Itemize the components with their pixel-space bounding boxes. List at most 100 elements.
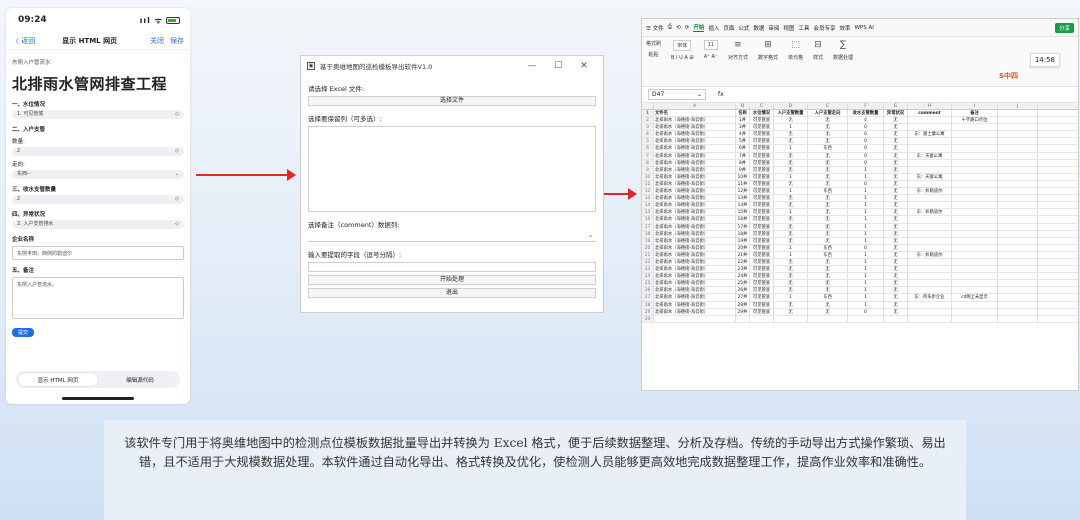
table-cell[interactable] xyxy=(908,237,952,244)
table-cell[interactable] xyxy=(998,308,1038,315)
table-cell[interactable]: 21井 xyxy=(736,251,750,258)
table-cell[interactable] xyxy=(952,166,998,173)
table-cell[interactable]: 北排雨水（海德街-海云街） xyxy=(654,308,736,315)
row-number[interactable]: 27 xyxy=(642,294,654,301)
row-number[interactable]: 12 xyxy=(642,188,654,195)
table-cell[interactable]: 无 xyxy=(884,195,908,202)
table-cell[interactable] xyxy=(998,209,1038,216)
table-cell[interactable]: 可见管底 xyxy=(750,258,774,266)
table-cell[interactable]: 1 xyxy=(848,209,884,216)
table-cell[interactable]: 无 xyxy=(884,188,908,195)
table-cell[interactable]: 1 xyxy=(848,202,884,209)
table-cell[interactable] xyxy=(952,202,998,209)
table-cell[interactable]: 无 xyxy=(884,209,908,216)
table-cell[interactable]: 可见管底 xyxy=(750,124,774,131)
table-cell[interactable]: 可见管底 xyxy=(750,230,774,237)
column-header-e[interactable]: E xyxy=(808,103,848,109)
table-cell[interactable]: 27井 xyxy=(736,294,750,301)
table-cell[interactable]: 7井 xyxy=(736,152,750,159)
abnormal-select[interactable]: 2. 入户支管排水 ◇ xyxy=(12,220,184,229)
table-cell[interactable]: 可见管底 xyxy=(750,216,774,223)
table-cell[interactable] xyxy=(952,237,998,244)
table-cell[interactable]: 无 xyxy=(808,280,848,287)
exit-button[interactable]: 退出 xyxy=(308,288,596,298)
table-cell[interactable] xyxy=(998,258,1038,266)
column-header-c[interactable]: C xyxy=(750,103,774,109)
ribbon-cells[interactable]: ⬚ 单元格 xyxy=(788,40,803,61)
table-cell[interactable] xyxy=(884,315,908,322)
table-cell[interactable]: 无 xyxy=(774,138,808,145)
table-cell[interactable]: 北排雨水（海德街-海云街） xyxy=(654,258,736,266)
table-cell[interactable] xyxy=(908,159,952,166)
remark-textarea[interactable]: 东侧入户管流水。 xyxy=(12,277,184,319)
column-header-j[interactable]: J xyxy=(998,103,1038,109)
table-cell[interactable]: 无 xyxy=(884,173,908,180)
table-cell[interactable] xyxy=(952,195,998,202)
table-cell[interactable] xyxy=(998,145,1038,152)
table-cell[interactable]: 无 xyxy=(884,202,908,209)
table-cell[interactable]: 北排雨水（海德街-海云街） xyxy=(654,124,736,131)
table-cell[interactable]: 无 xyxy=(808,230,848,237)
table-cell[interactable]: 可见管底 xyxy=(750,287,774,294)
table-cell[interactable]: 东西 xyxy=(808,251,848,258)
tab-view[interactable]: 视图 xyxy=(783,24,794,32)
table-cell[interactable]: 东西 xyxy=(808,188,848,195)
table-cell[interactable]: 14井 xyxy=(736,202,750,209)
table-cell[interactable]: 15井 xyxy=(736,209,750,216)
table-cell[interactable]: 无 xyxy=(808,258,848,266)
table-cell[interactable]: 可见管底 xyxy=(750,152,774,159)
table-cell[interactable]: 东：富士康公寓 xyxy=(908,131,952,138)
table-cell[interactable]: 1 xyxy=(774,145,808,152)
table-cell[interactable]: 无 xyxy=(884,251,908,258)
table-cell[interactable] xyxy=(908,145,952,152)
tab-efficiency[interactable]: 效率 xyxy=(839,24,850,32)
table-cell[interactable]: 北排雨水（海德街-海云街） xyxy=(654,280,736,287)
table-cell[interactable]: 东西 xyxy=(808,294,848,301)
table-cell[interactable]: 备注 xyxy=(952,110,998,117)
table-cell[interactable]: 北排雨水（海德街-海云街） xyxy=(654,188,736,195)
table-cell[interactable]: 0 xyxy=(848,124,884,131)
table-cell[interactable]: 25井 xyxy=(736,280,750,287)
table-cell[interactable]: 可见管底 xyxy=(750,301,774,308)
table-cell[interactable]: 无 xyxy=(774,152,808,159)
table-cell[interactable] xyxy=(908,244,952,251)
table-cell[interactable] xyxy=(952,266,998,273)
table-cell[interactable] xyxy=(998,173,1038,180)
table-cell[interactable]: 无 xyxy=(884,166,908,173)
undo-icon[interactable]: ⟲ xyxy=(676,25,681,31)
table-cell[interactable] xyxy=(908,273,952,280)
table-cell[interactable]: 可见管底 xyxy=(750,273,774,280)
table-cell[interactable] xyxy=(952,145,998,152)
table-cell[interactable] xyxy=(952,280,998,287)
row-number[interactable]: 16 xyxy=(642,216,654,223)
column-header-g[interactable]: G xyxy=(884,103,908,109)
table-cell[interactable]: 无 xyxy=(808,173,848,180)
submit-button[interactable]: 提交 xyxy=(12,328,35,337)
table-cell[interactable]: 东：扒勒迪尔 xyxy=(908,209,952,216)
table-cell[interactable]: 可见管底 xyxy=(750,266,774,273)
collect-count-select[interactable]: 2 ◇ xyxy=(12,195,184,204)
table-cell[interactable]: 20井 xyxy=(736,244,750,251)
table-cell[interactable] xyxy=(998,138,1038,145)
table-cell[interactable]: 0 xyxy=(848,145,884,152)
table-cell[interactable]: 无 xyxy=(774,237,808,244)
table-cell[interactable]: 12井 xyxy=(736,188,750,195)
table-cell[interactable]: 无 xyxy=(774,258,808,266)
table-cell[interactable] xyxy=(908,315,952,322)
table-cell[interactable]: 可见管底 xyxy=(750,159,774,166)
minimize-icon[interactable]: — xyxy=(519,61,545,71)
direction-select[interactable]: 东西-- ⌄ xyxy=(12,170,184,179)
table-cell[interactable] xyxy=(654,315,736,322)
table-cell[interactable]: 1 xyxy=(774,173,808,180)
table-cell[interactable] xyxy=(750,315,774,322)
table-cell[interactable] xyxy=(952,301,998,308)
table-cell[interactable]: 可见管底 xyxy=(750,117,774,124)
table-cell[interactable]: 23井 xyxy=(736,266,750,273)
table-cell[interactable] xyxy=(998,152,1038,159)
table-cell[interactable] xyxy=(908,230,952,237)
table-cell[interactable]: 无 xyxy=(774,280,808,287)
table-cell[interactable] xyxy=(952,180,998,188)
table-cell[interactable] xyxy=(998,251,1038,258)
table-cell[interactable]: 无 xyxy=(808,273,848,280)
row-number[interactable]: 6 xyxy=(642,145,654,152)
